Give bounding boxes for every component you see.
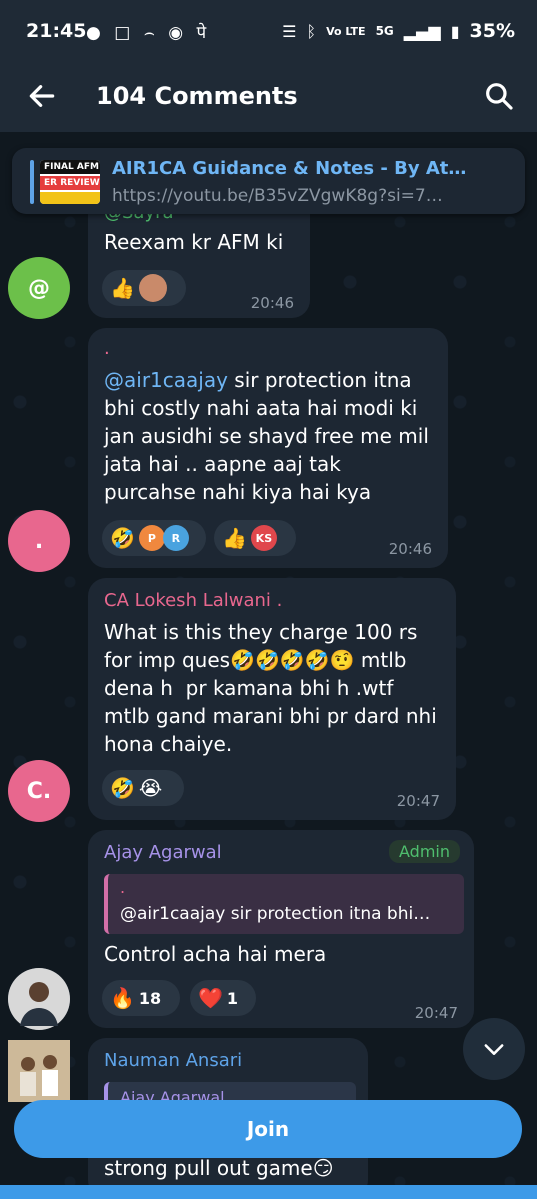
sender-name: Ajay Agarwal xyxy=(104,842,222,863)
reaction-laugh[interactable]: 🤣 P R xyxy=(102,520,206,556)
sender-name: CA Lokesh Lalwani . xyxy=(104,590,283,611)
reply-quote[interactable]: . @air1caajay sir protection itna bhi… xyxy=(104,874,464,934)
heart-icon: ❤️ xyxy=(198,986,223,1010)
reaction-heart[interactable]: ❤️ 1 xyxy=(190,980,256,1016)
reactor-avatar xyxy=(138,274,167,302)
pinned-title: AIR1CA Guidance & Notes - By Atul… xyxy=(112,158,472,179)
clock: 21:45 xyxy=(26,20,87,42)
message-text: strong pull out game😏 xyxy=(104,1156,334,1180)
reactor-avatar: R xyxy=(162,525,189,551)
message-text: Control acha hai mera xyxy=(104,942,327,966)
thumbs-up-icon: 👍 xyxy=(110,276,135,300)
reaction-thumbs-up[interactable]: 👍 xyxy=(102,270,186,306)
avatar[interactable]: @ xyxy=(8,257,70,319)
vibrate-icon: ☰ xyxy=(282,21,297,41)
avatar-photo[interactable] xyxy=(8,1040,70,1102)
battery-percent: 35% xyxy=(469,20,515,42)
message-bubble[interactable]: Ajay Agarwal Admin . @air1caajay sir pro… xyxy=(88,830,474,1028)
reply-sender: . xyxy=(120,878,126,897)
thumb-text: ER REVIEW xyxy=(40,176,100,190)
message-text: @air1caajay sir protection itna bhi cost… xyxy=(104,366,434,506)
pinned-url: https://youtu.be/B35vZVgwK8g?si=7… xyxy=(112,186,443,206)
message-time: 20:46 xyxy=(250,294,294,312)
mention-link[interactable]: @air1caajay xyxy=(104,368,228,392)
message-time: 20:47 xyxy=(396,792,440,810)
signal-label: 5G xyxy=(375,24,394,38)
bottom-bar xyxy=(0,1185,537,1199)
reaction-fire[interactable]: 🔥 18 xyxy=(102,980,180,1016)
app-bar: 104 Comments xyxy=(0,62,537,132)
pinned-message[interactable]: FINAL AFM ER REVIEW AIR1CA Guidance & No… xyxy=(12,148,525,214)
message-bubble[interactable]: CA Lokesh Lalwani . What is this they ch… xyxy=(88,578,456,820)
avatar-photo[interactable] xyxy=(8,968,70,1030)
admin-badge: Admin xyxy=(389,840,460,863)
reaction-count: 18 xyxy=(138,988,162,1008)
thumb-text: FINAL AFM xyxy=(40,160,100,174)
signal-icon: ▂▄▆ xyxy=(403,21,441,41)
bluetooth-icon: ᛒ xyxy=(306,21,317,41)
back-arrow-icon[interactable] xyxy=(26,80,58,112)
notification-icons: ● □ ⌢ ◉ पे xyxy=(86,23,211,43)
reply-text: @air1caajay sir protection itna bhi… xyxy=(120,904,431,924)
comments-list[interactable]: @ @Sayra Reexam kr AFM ki 👍 20:46 FINAL … xyxy=(0,132,537,1199)
avatar-letter: C. xyxy=(26,778,52,804)
avatar[interactable]: . xyxy=(8,510,70,572)
system-icons: ☰ ᛒ Vo LTE 5G ▂▄▆ ▮ 35% xyxy=(282,20,515,42)
thumb-strip xyxy=(40,192,100,204)
reaction-thumbs-up[interactable]: 👍 KS xyxy=(214,520,296,556)
avatar[interactable]: C. xyxy=(8,760,70,822)
rofl-icon: 🤣 xyxy=(110,776,135,800)
scroll-down-button[interactable] xyxy=(463,1018,525,1080)
message-bubble[interactable]: . @air1caajay sir protection itna bhi co… xyxy=(88,328,448,568)
crying-icon: 😭 xyxy=(138,776,163,800)
rofl-icon: 🤣 xyxy=(110,526,135,550)
person-icon xyxy=(8,968,70,1030)
sender-name: . xyxy=(104,338,110,359)
reaction-count: 1 xyxy=(226,988,239,1008)
pinned-thumbnail: FINAL AFM ER REVIEW xyxy=(40,160,100,204)
pinned-accent-bar xyxy=(30,160,34,204)
volte-label: Vo LTE xyxy=(326,24,366,38)
battery-icon: ▮ xyxy=(450,21,460,41)
message-time: 20:47 xyxy=(414,1004,458,1022)
thumbs-up-icon: 👍 xyxy=(222,526,247,550)
message-text: What is this they charge 100 rs for imp … xyxy=(104,620,444,756)
search-icon[interactable] xyxy=(483,80,515,112)
avatar-letter: @ xyxy=(28,275,50,301)
reaction-group[interactable]: 🤣 😭 xyxy=(102,770,184,806)
status-bar: 21:45 ● □ ⌢ ◉ पे ☰ ᛒ Vo LTE 5G ▂▄▆ ▮ 35% xyxy=(0,0,537,62)
page-title: 104 Comments xyxy=(96,82,298,110)
fire-icon: 🔥 xyxy=(110,986,135,1010)
reactor-avatar: KS xyxy=(250,525,277,551)
join-button[interactable]: Join xyxy=(14,1100,522,1158)
avatar-letter: . xyxy=(34,528,44,554)
message-time: 20:46 xyxy=(388,540,432,558)
chevron-down-icon xyxy=(484,1044,504,1055)
reactor-avatar: P xyxy=(138,525,165,551)
sender-name: Nauman Ansari xyxy=(104,1050,243,1071)
group-photo-icon xyxy=(8,1040,70,1102)
message-text: Reexam kr AFM ki xyxy=(104,230,284,254)
